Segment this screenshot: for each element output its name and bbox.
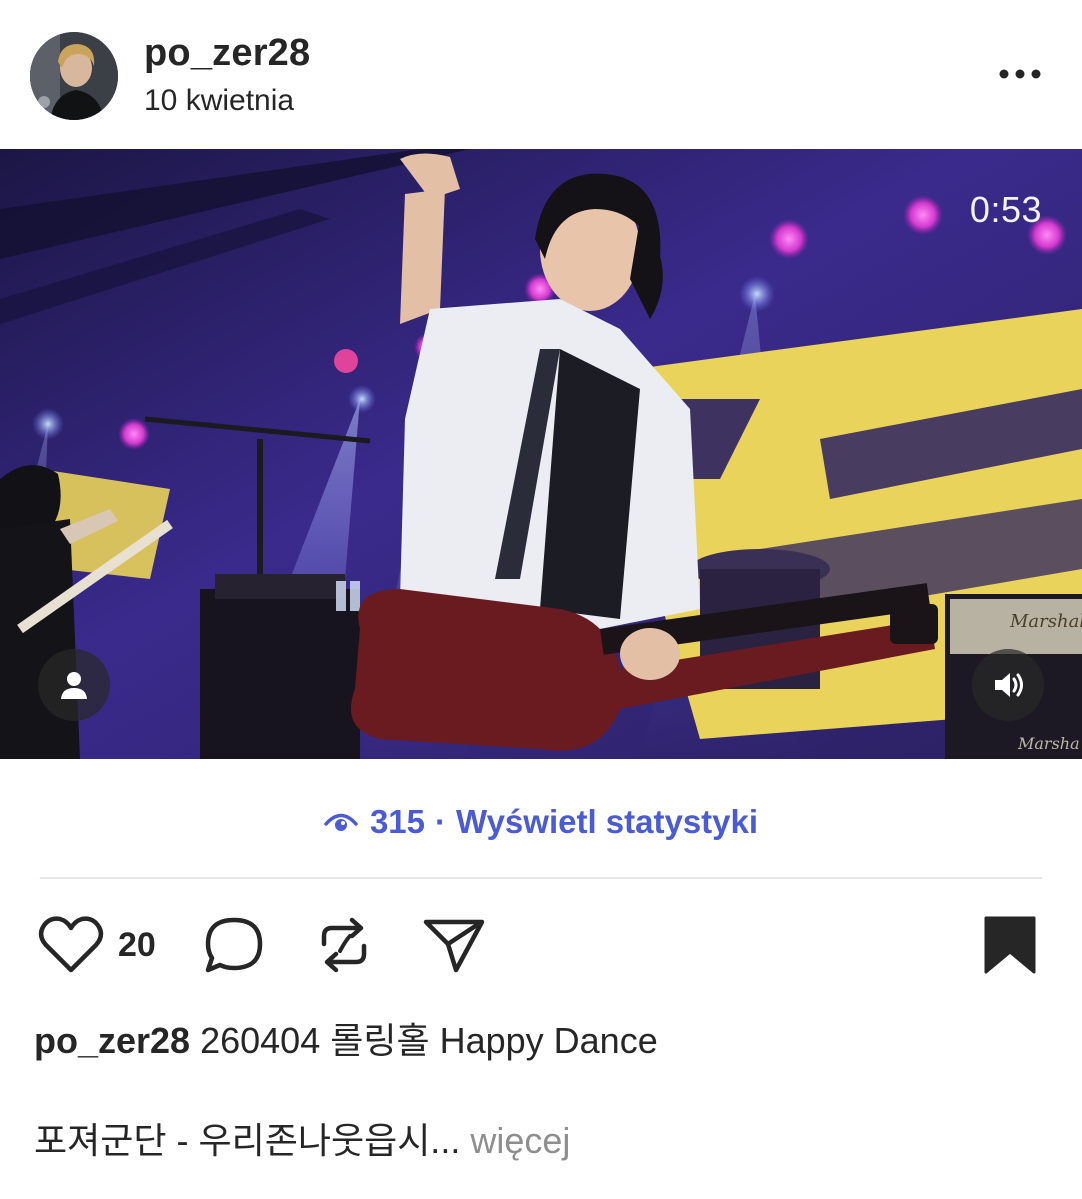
concert-video-frame: Marshall Marsha	[0, 149, 1082, 759]
sound-toggle-button[interactable]	[972, 649, 1044, 721]
more-options-button[interactable]	[996, 52, 1048, 94]
like-count[interactable]: 20	[118, 926, 156, 965]
post-header: po_zer28 10 kwietnia	[0, 0, 1082, 148]
view-count: 315	[369, 803, 426, 840]
send-icon	[423, 919, 485, 973]
caption-text-2: 포져군단 - 우리존나웃읍시...	[34, 1120, 461, 1161]
caption-text: 260404 롤링홀 Happy Dance	[200, 1020, 658, 1061]
eye-icon	[324, 809, 358, 835]
tagged-users-button[interactable]	[38, 649, 110, 721]
speaker-icon	[995, 673, 1023, 697]
repost-button[interactable]	[314, 914, 374, 981]
post-caption: po_zer28 260404 롤링홀 Happy Dance	[34, 1012, 658, 1064]
heart-icon	[38, 916, 104, 973]
video-player[interactable]: Marshall Marsha 0:53	[0, 149, 1082, 759]
post-date: 10 kwietnia	[144, 84, 295, 117]
view-stats-label: Wyświetl statystyki	[456, 803, 759, 840]
amp-logo: Marshall	[1009, 611, 1082, 632]
comment-icon	[205, 917, 263, 973]
share-button[interactable]	[420, 914, 490, 981]
bookmark-icon	[984, 916, 1036, 974]
like-button[interactable]	[38, 914, 104, 981]
comment-button[interactable]	[202, 914, 266, 981]
avatar[interactable]	[30, 32, 118, 120]
caption-username[interactable]: po_zer28	[34, 1020, 190, 1061]
user-tag-icon	[61, 672, 87, 699]
more-link[interactable]: więcej	[470, 1120, 570, 1161]
video-timer: 0:53	[969, 189, 1042, 230]
username[interactable]: po_zer28	[144, 32, 310, 75]
save-button[interactable]	[982, 914, 1038, 981]
view-statistics-link[interactable]: 315 · Wyświetl statystyki	[0, 800, 1082, 844]
stats-separator: ·	[435, 803, 447, 840]
more-horizontal-icon	[999, 69, 1041, 79]
repost-icon	[321, 917, 367, 973]
post-caption-continued: 포져군단 - 우리존나웃읍시... więcej	[34, 1112, 570, 1164]
amp-logo-2: Marsha	[1017, 734, 1080, 753]
divider	[40, 877, 1042, 879]
